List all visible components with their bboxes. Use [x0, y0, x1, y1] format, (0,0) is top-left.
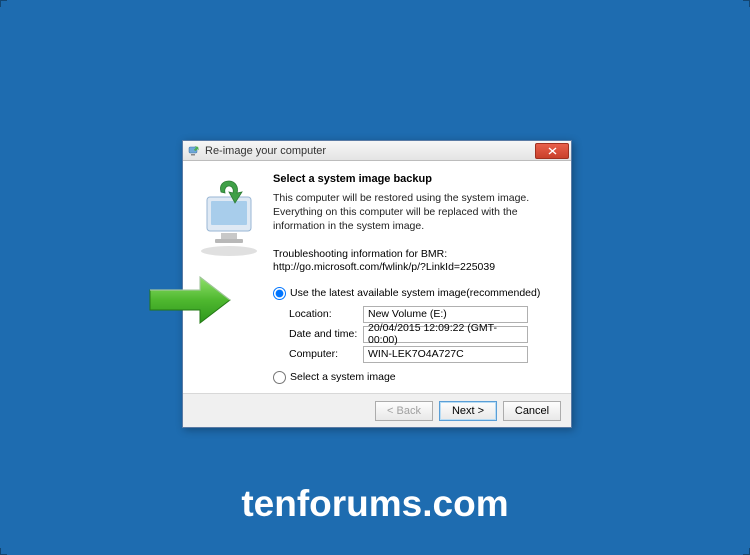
close-button[interactable]	[535, 143, 569, 159]
reimage-dialog: Re-image your computer Select a system i…	[182, 140, 572, 428]
radio-select-image-label: Select a system image	[290, 371, 396, 383]
close-icon	[548, 147, 557, 155]
dialog-footer: < Back Next > Cancel	[183, 393, 571, 427]
cancel-button[interactable]: Cancel	[503, 401, 561, 421]
troubleshoot-label: Troubleshooting information for BMR:	[273, 248, 555, 262]
page-heading: Select a system image backup	[273, 173, 555, 185]
wizard-graphic	[193, 173, 265, 389]
field-computer: Computer: WIN-LEK7O4A727C	[289, 346, 555, 363]
titlebar: Re-image your computer	[183, 141, 571, 161]
crop-corner	[0, 548, 7, 555]
radio-use-latest[interactable]: Use the latest available system image(re…	[273, 287, 555, 300]
back-button[interactable]: < Back	[375, 401, 433, 421]
field-datetime-value: 20/04/2015 12:09:22 (GMT-00:00)	[363, 326, 528, 343]
radio-use-latest-label: Use the latest available system image(re…	[290, 287, 540, 299]
field-computer-value: WIN-LEK7O4A727C	[363, 346, 528, 363]
crop-corner	[0, 0, 7, 7]
crop-corner	[743, 548, 750, 555]
field-datetime-label: Date and time:	[289, 328, 363, 340]
titlebar-text: Re-image your computer	[205, 145, 535, 157]
page-description: This computer will be restored using the…	[273, 191, 555, 234]
field-computer-label: Computer:	[289, 348, 363, 360]
watermark: tenforums.com	[0, 483, 750, 525]
troubleshoot-info: Troubleshooting information for BMR: htt…	[273, 248, 555, 275]
field-datetime: Date and time: 20/04/2015 12:09:22 (GMT-…	[289, 326, 555, 343]
troubleshoot-url: http://go.microsoft.com/fwlink/p/?LinkId…	[273, 261, 555, 275]
restore-monitor-icon	[195, 179, 263, 257]
field-location-label: Location:	[289, 308, 363, 320]
field-location-value: New Volume (E:)	[363, 306, 528, 323]
radio-select-image-input[interactable]	[273, 371, 286, 384]
radio-use-latest-input[interactable]	[273, 287, 286, 300]
crop-corner	[743, 0, 750, 7]
next-button[interactable]: Next >	[439, 401, 497, 421]
field-location: Location: New Volume (E:)	[289, 306, 555, 323]
app-icon	[187, 144, 201, 158]
radio-select-image[interactable]: Select a system image	[273, 371, 555, 384]
